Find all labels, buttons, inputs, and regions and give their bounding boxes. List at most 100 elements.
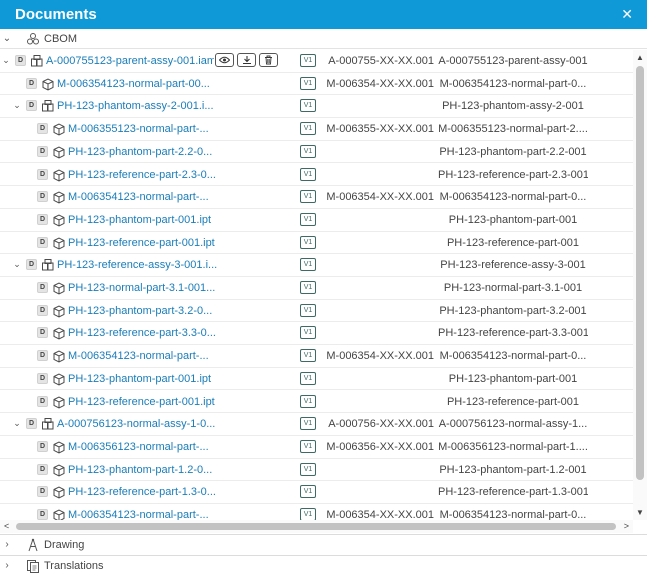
tree-row[interactable]: D PH-123-phantom-part-1.2-0... V1 PH-123-ph… xyxy=(0,459,633,482)
tree-row[interactable]: D PH-123-phantom-part-001.ipt V1 PH-123-pha… xyxy=(0,368,633,391)
close-icon[interactable]: ✕ xyxy=(621,6,633,23)
description: PH-123-phantom-assy-2-001 xyxy=(442,100,584,113)
horizontal-scrollbar[interactable]: < > xyxy=(0,520,633,533)
tree-row[interactable]: D M-006355123-normal-part-... V1 M-006355-X… xyxy=(0,118,633,141)
version-badge: V1 xyxy=(300,122,316,136)
version-badge: V1 xyxy=(300,99,316,113)
document-link[interactable]: M-006354123-normal-part-00... xyxy=(57,78,210,90)
part-icon xyxy=(52,168,66,182)
tree-row[interactable]: ⌄ D A-000755123-parent-assy-001.iam V1 A-000… xyxy=(0,50,633,73)
chevron-right-icon[interactable]: › xyxy=(0,560,14,571)
description: PH-123-reference-assy-3-001 xyxy=(440,259,586,272)
document-link[interactable]: PH-123-reference-part-001.ipt xyxy=(68,237,215,249)
chevron-down-icon[interactable]: ⌄ xyxy=(0,33,14,44)
part-number: M-006354-XX-XX.001 xyxy=(326,191,434,204)
scroll-down-icon[interactable]: ▼ xyxy=(633,508,647,517)
section-cbom[interactable]: ⌄ CBOM xyxy=(0,29,647,49)
document-link[interactable]: A-000755123-parent-assy-001.iam xyxy=(46,55,214,67)
horizontal-scroll-thumb[interactable] xyxy=(16,523,616,530)
tree-row[interactable]: D PH-123-reference-part-001.ipt V1 PH-123-r… xyxy=(0,391,633,414)
documents-header: Documents ✕ xyxy=(0,0,647,29)
scroll-up-icon[interactable]: ▲ xyxy=(633,53,647,62)
version-badge: V1 xyxy=(300,303,316,317)
chevron-down-icon[interactable]: ⌄ xyxy=(1,55,11,66)
document-link[interactable]: PH-123-normal-part-3.1-001... xyxy=(68,282,215,294)
tree-row[interactable]: ⌄ D A-000756123-normal-assy-1-0... V1 A-0007… xyxy=(0,413,633,436)
document-type-badge: D xyxy=(37,145,48,157)
scroll-left-icon[interactable]: < xyxy=(4,521,9,531)
version-badge: V1 xyxy=(300,190,316,204)
document-type-badge: D xyxy=(37,327,48,339)
version-badge: V1 xyxy=(300,212,316,226)
assembly-icon xyxy=(41,99,55,113)
version-badge: V1 xyxy=(300,394,316,408)
document-link[interactable]: M-006354123-normal-part-... xyxy=(68,509,209,520)
document-link[interactable]: M-006356123-normal-part-... xyxy=(68,441,209,453)
part-icon xyxy=(52,508,66,520)
tree-row[interactable]: D PH-123-reference-part-3.3-0... V1 PH-123-… xyxy=(0,322,633,346)
scroll-right-icon[interactable]: > xyxy=(624,521,629,531)
document-type-badge: D xyxy=(26,100,37,112)
document-link[interactable]: PH-123-phantom-part-2.2-0... xyxy=(68,146,212,158)
document-link[interactable]: M-006354123-normal-part-... xyxy=(68,350,209,362)
chevron-down-icon[interactable]: ⌄ xyxy=(12,100,22,111)
vertical-scrollbar[interactable]: ▲ ▼ xyxy=(633,50,647,520)
document-link[interactable]: PH-123-phantom-part-001.ipt xyxy=(68,373,211,385)
tree-row[interactable]: D M-006354123-normal-part-00... V1 M-006354… xyxy=(0,73,633,96)
document-link[interactable]: PH-123-reference-part-2.3-0... xyxy=(68,169,216,181)
version-badge: V1 xyxy=(300,76,316,90)
document-link[interactable]: PH-123-reference-part-1.3-0... xyxy=(68,486,216,498)
chevron-down-icon[interactable]: ⌄ xyxy=(12,418,22,429)
part-icon xyxy=(52,440,66,454)
part-icon xyxy=(52,236,66,250)
part-icon xyxy=(52,122,66,136)
tree-row[interactable]: D M-006354123-normal-part-... V1 M-006354-X… xyxy=(0,345,633,368)
part-icon xyxy=(52,145,66,159)
delete-trash-button[interactable] xyxy=(259,53,278,67)
tree-row[interactable]: D PH-123-reference-part-2.3-0... V1 PH-123-… xyxy=(0,164,633,187)
document-link[interactable]: A-000756123-normal-assy-1-0... xyxy=(57,418,215,430)
document-link[interactable]: PH-123-reference-part-001.ipt xyxy=(68,396,215,408)
assembly-icon xyxy=(30,54,44,68)
tree-row[interactable]: ⌄ D PH-123-phantom-assy-2-001.i... V1 PH-123… xyxy=(0,95,633,119)
tree-row[interactable]: D PH-123-normal-part-3.1-001... V1 PH-123-n… xyxy=(0,277,633,300)
assembly-icon xyxy=(41,417,55,431)
tree-row[interactable]: D PH-123-phantom-part-001.ipt V1 PH-123-pha… xyxy=(0,209,633,232)
document-link[interactable]: PH-123-reference-part-3.3-0... xyxy=(68,327,216,339)
description: A-000756123-normal-assy-1... xyxy=(438,418,588,431)
chevron-down-icon[interactable]: ⌄ xyxy=(12,259,22,270)
description: PH-123-reference-part-001 xyxy=(446,395,580,408)
description: M-006354123-normal-part-0... xyxy=(439,509,587,520)
document-type-badge: D xyxy=(37,168,48,180)
section-drawing[interactable]: › Drawing xyxy=(0,534,647,554)
tree-row[interactable]: D PH-123-reference-part-001.ipt V1 PH-123-r… xyxy=(0,232,633,255)
document-type-badge: D xyxy=(37,509,48,520)
delete-trash-icon xyxy=(264,55,273,65)
document-link[interactable]: PH-123-reference-assy-3-001.i... xyxy=(57,259,217,271)
assembly-icon xyxy=(41,258,55,272)
document-link[interactable]: PH-123-phantom-part-001.ipt xyxy=(68,214,211,226)
tree-row[interactable]: D M-006356123-normal-part-... V1 M-006356-X… xyxy=(0,436,633,459)
tree-row[interactable]: D PH-123-reference-part-1.3-0... V1 PH-123-… xyxy=(0,481,633,504)
document-link[interactable]: M-006354123-normal-part-... xyxy=(68,191,209,203)
version-badge: V1 xyxy=(300,258,316,272)
version-badge: V1 xyxy=(300,281,316,294)
tree-row[interactable]: ⌄ D PH-123-reference-assy-3-001.i... V1 PH-1… xyxy=(0,254,633,277)
vertical-scroll-thumb[interactable] xyxy=(636,66,644,480)
document-link[interactable]: PH-123-phantom-part-1.2-0... xyxy=(68,464,212,476)
tree-row[interactable]: D M-006354123-normal-part-... V1 M-006354-X… xyxy=(0,504,633,520)
description: PH-123-phantom-part-2.2-001 xyxy=(439,145,587,158)
document-type-badge: D xyxy=(37,282,48,293)
view-eye-icon xyxy=(219,56,230,64)
tree-row[interactable]: D PH-123-phantom-part-2.2-0... V1 PH-123-ph… xyxy=(0,141,633,164)
section-translations[interactable]: › Translations xyxy=(0,555,647,575)
tree-row[interactable]: D M-006354123-normal-part-... V1 M-006354-X… xyxy=(0,186,633,209)
document-link[interactable]: PH-123-phantom-assy-2-001.i... xyxy=(57,100,214,112)
download-button[interactable] xyxy=(237,53,256,67)
tree-row[interactable]: D PH-123-phantom-part-3.2-0... V1 PH-123-ph… xyxy=(0,300,633,323)
chevron-right-icon[interactable]: › xyxy=(0,539,14,550)
document-link[interactable]: PH-123-phantom-part-3.2-0... xyxy=(68,305,212,317)
version-badge: V1 xyxy=(300,326,316,340)
view-eye-button[interactable] xyxy=(215,53,234,67)
document-link[interactable]: M-006355123-normal-part-... xyxy=(68,123,209,135)
